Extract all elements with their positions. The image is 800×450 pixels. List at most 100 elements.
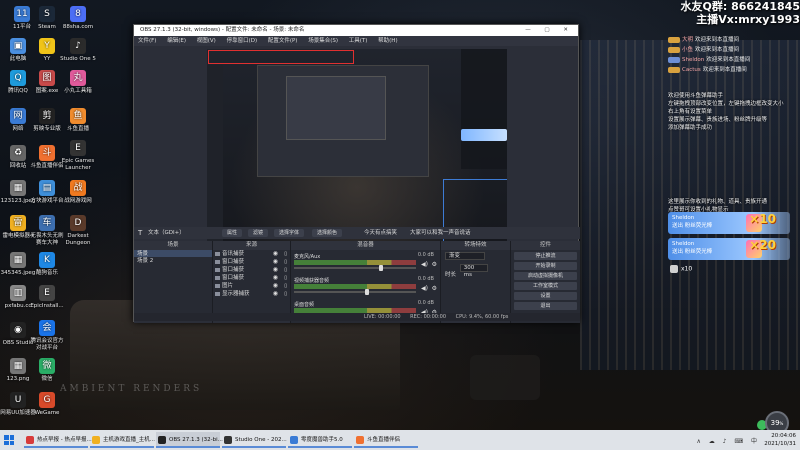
lock-icon[interactable]: ▯ — [284, 282, 287, 290]
sources-dock-title: 来源 — [213, 241, 290, 250]
settings-button[interactable]: 设置 — [514, 292, 577, 300]
obs-window[interactable]: OBS 27.1.3 (32-bit, windows) - 配置文件: 未命名… — [133, 24, 580, 323]
studio-mode-button[interactable]: 工作室模式 — [514, 282, 577, 290]
menu-profile[interactable]: 配置文件(P) — [268, 38, 298, 44]
taskbar-app-label: Studio One - 202... — [235, 437, 287, 443]
start-button[interactable] — [4, 435, 14, 445]
visibility-eye-icon[interactable]: ◉ — [273, 258, 278, 266]
chat-username: Sheldon — [682, 57, 705, 63]
chat-text: 欢迎来到本直播间 — [706, 57, 751, 63]
gear-icon[interactable]: ⚙ — [432, 261, 437, 268]
obs-menu-bar: 文件(F) 编辑(E) 视图(V) 停靠窗口(D) 配置文件(P) 场景集合(S… — [134, 36, 578, 46]
desktop-shortcut-label: 方块游戏平台 — [30, 198, 64, 204]
menu-file[interactable]: 文件(F) — [138, 38, 156, 44]
source-item[interactable]: 窗口捕获 ◉ ▯ — [213, 274, 290, 282]
fan-badge-icon — [668, 36, 680, 43]
app-icon: E — [39, 285, 55, 301]
desktop-shortcut[interactable]: 鱼斗鱼直播 — [60, 108, 96, 133]
app-icon: ▣ — [10, 38, 26, 54]
fader-knob[interactable] — [378, 265, 383, 271]
speaker-icon[interactable]: ◀) — [421, 261, 428, 268]
scene-item[interactable]: 场景 2 — [134, 257, 212, 264]
taskbar-app-button[interactable]: 斗鱼直播伴侣 — [354, 432, 418, 448]
start-recording-button[interactable]: 开始录制 — [514, 262, 577, 270]
lock-icon[interactable]: ▯ — [284, 274, 287, 282]
desktop-shortcut[interactable]: 会腾讯会议官方对战平台 — [29, 320, 65, 351]
scene-item[interactable]: 场景 — [134, 250, 212, 257]
menu-scene-collection[interactable]: 场景集合(S) — [308, 38, 338, 44]
source-item[interactable]: 音讯捕获 ◉ ▯ — [213, 250, 290, 258]
desktop-shortcut[interactable]: K 酷狗音乐 — [29, 252, 65, 277]
gear-icon[interactable]: ⚙ — [432, 285, 437, 292]
desktop-shortcut-label: 腾讯会议官方对战平台 — [30, 338, 64, 351]
filters-button[interactable]: 滤镜 — [248, 229, 269, 237]
system-tray-icons[interactable]: ∧ ☁ ♪ ⌨ 中 — [696, 436, 760, 445]
taskbar-app-label: 斗鱼直播伴侣 — [367, 437, 401, 443]
desktop-shortcut[interactable]: 丸小丸工具箱 — [60, 70, 96, 95]
desktop-shortcut[interactable]: E EpicInstall... — [29, 285, 65, 310]
volume-meter — [294, 284, 416, 289]
desktop-shortcut-label: 小丸工具箱 — [64, 88, 92, 94]
menu-edit[interactable]: 编辑(E) — [167, 38, 186, 44]
transition-type-select[interactable]: 渐变 — [445, 252, 485, 260]
volume-fader[interactable] — [294, 265, 416, 271]
preview-gift-bar — [461, 129, 507, 141]
desktop-shortcut-label: 酷狗音乐 — [35, 270, 58, 276]
speaker-icon[interactable]: ◀) — [421, 285, 428, 292]
desktop-shortcut-label: 无畏木头无刷 赛车大神 — [30, 233, 64, 246]
obs-title-bar[interactable]: OBS 27.1.3 (32-bit, windows) - 配置文件: 未命名… — [134, 25, 578, 36]
source-toolbar: T 文本（GDI+） 属性 滤镜 选择字体 选择颜色 今天有点搞笑 大家可以和我… — [134, 227, 580, 239]
desktop-shortcut[interactable]: E Epic Games Launcher — [60, 140, 96, 171]
visibility-eye-icon[interactable]: ◉ — [273, 282, 278, 290]
desktop-shortcut[interactable]: 8 88sha.com — [60, 6, 96, 31]
taskbar-app-button[interactable]: 零度魔兽助手5.0 — [288, 432, 352, 448]
visibility-eye-icon[interactable]: ◉ — [273, 290, 278, 298]
visibility-eye-icon[interactable]: ◉ — [273, 274, 278, 282]
visibility-eye-icon[interactable]: ◉ — [273, 266, 278, 274]
fan-group-text: 水友Q群: 866241845 — [680, 0, 800, 13]
exit-button[interactable]: 退出 — [514, 302, 577, 310]
duration-input[interactable]: 300 ms — [459, 264, 488, 278]
desktop-shortcut[interactable]: D Darkest Dungeon — [60, 215, 96, 246]
chat-message: Sheldon 欢迎来到本直播间 — [668, 56, 750, 65]
lock-icon[interactable]: ▯ — [284, 266, 287, 274]
lock-icon[interactable]: ▯ — [284, 250, 287, 258]
taskbar-app-label: 零度魔兽助手5.0 — [301, 437, 343, 443]
obs-preview-canvas[interactable] — [207, 49, 507, 247]
menu-view[interactable]: 视图(V) — [197, 38, 216, 44]
properties-button[interactable]: 属性 — [222, 229, 243, 237]
visibility-eye-icon[interactable]: ◉ — [273, 250, 278, 258]
taskbar-app-button[interactable]: OBS 27.1.3 (32-bi... — [156, 432, 223, 448]
stop-streaming-button[interactable]: 停止推流 — [514, 252, 577, 260]
desktop-shortcut-label: Steam — [38, 24, 56, 30]
app-icon: ♻ — [10, 145, 26, 161]
app-icon — [224, 436, 232, 444]
menu-help[interactable]: 帮助(H) — [378, 38, 397, 44]
source-item[interactable]: 显示器捕获 ◉ ▯ — [213, 290, 290, 298]
source-item[interactable]: 图片 ◉ ▯ — [213, 282, 290, 290]
menu-docks[interactable]: 停靠窗口(D) — [227, 38, 258, 44]
desktop-shortcut[interactable]: G WeGame — [29, 392, 65, 417]
desktop-shortcut[interactable]: ♪ Studio One 5 — [60, 38, 96, 63]
fader-knob[interactable] — [364, 289, 369, 295]
lock-icon[interactable]: ▯ — [284, 258, 287, 266]
volume-fader[interactable] — [294, 289, 416, 295]
window-controls[interactable]: — ▢ ✕ — [525, 25, 574, 36]
source-item[interactable]: 窗口捕获 ◉ ▯ — [213, 258, 290, 266]
menu-tools[interactable]: 工具(T) — [349, 38, 368, 44]
taskbar-app-button[interactable]: 主机游戏直播_主机... — [90, 432, 155, 448]
desktop-shortcut[interactable]: 战战网游戏网 — [60, 180, 96, 205]
system-clock[interactable]: 20:04:06 2021/10/31 — [764, 432, 796, 448]
selected-source-name: 文本（GDI+） — [148, 230, 185, 236]
source-item[interactable]: 窗口捕获 ◉ ▯ — [213, 266, 290, 274]
taskbar-app-button[interactable]: Studio One - 202... — [222, 432, 287, 448]
select-font-button[interactable]: 选择字体 — [274, 229, 305, 237]
chat-text: 欢迎来到本直播间 — [702, 67, 747, 73]
lock-icon[interactable]: ▯ — [284, 290, 287, 298]
taskbar-app-label: 热点早报 - 热点早报... — [37, 437, 92, 443]
preview-selected-source-outline[interactable] — [208, 50, 354, 64]
start-virtual-camera-button[interactable]: 启动虚拟摄像机 — [514, 272, 577, 280]
desktop-shortcut[interactable]: 微微信 — [29, 358, 65, 383]
select-color-button[interactable]: 选择颜色 — [312, 229, 343, 237]
taskbar-app-button[interactable]: 热点早报 - 热点早报... — [24, 432, 92, 448]
